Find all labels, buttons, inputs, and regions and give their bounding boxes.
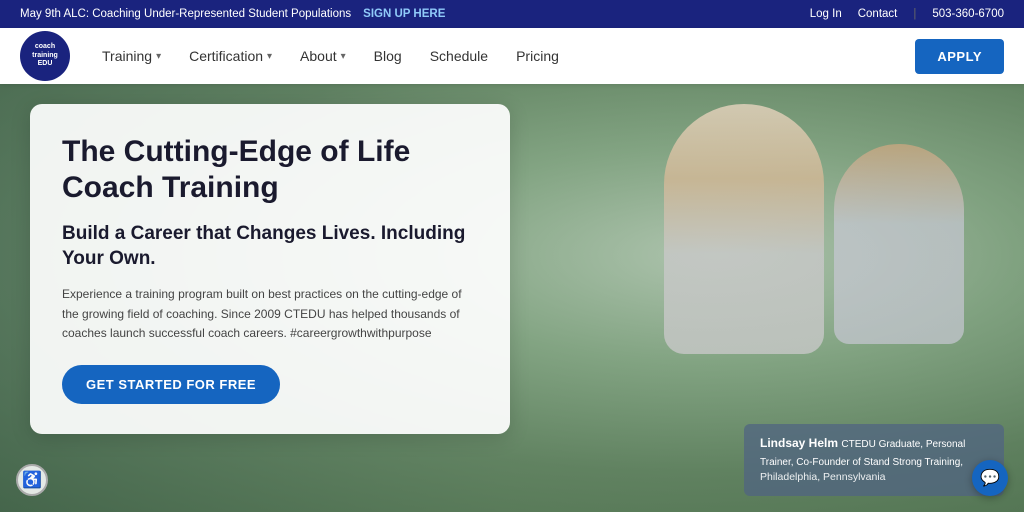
training-chevron-icon: ▾ xyxy=(156,51,161,62)
login-link[interactable]: Log In xyxy=(810,8,842,20)
top-bar-right: Log In Contact | 503-360-6700 xyxy=(810,8,1004,20)
nav-certification[interactable]: Certification ▾ xyxy=(177,28,284,84)
hero-figure-man xyxy=(834,144,964,344)
logo-text: coach training EDU xyxy=(32,43,58,68)
about-chevron-icon: ▾ xyxy=(341,51,346,62)
signup-link[interactable]: SIGN UP HERE xyxy=(363,8,445,20)
chat-icon: 💬 xyxy=(980,468,1000,488)
contact-link[interactable]: Contact xyxy=(858,8,898,20)
hero-description: Experience a training program built on b… xyxy=(62,285,478,343)
chat-button[interactable]: 💬 xyxy=(972,460,1008,496)
nav-training[interactable]: Training ▾ xyxy=(90,28,173,84)
cta-button[interactable]: GET STARTED FOR FREE xyxy=(62,365,280,404)
phone-number: 503-360-6700 xyxy=(932,8,1004,20)
navbar: coach training EDU Training ▾ Certificat… xyxy=(0,28,1024,84)
nav-links: Training ▾ Certification ▾ About ▾ Blog … xyxy=(90,28,915,84)
caption-location: Philadelphia, Pennsylvania xyxy=(760,470,988,486)
nav-pricing[interactable]: Pricing xyxy=(504,28,571,84)
hero-subtitle: Build a Career that Changes Lives. Inclu… xyxy=(62,222,478,271)
apply-button[interactable]: APPLY xyxy=(915,39,1004,74)
accessibility-icon: ♿ xyxy=(22,470,42,490)
nav-schedule[interactable]: Schedule xyxy=(418,28,500,84)
hero-card: The Cutting-Edge of Life Coach Training … xyxy=(30,104,510,434)
accessibility-button[interactable]: ♿ xyxy=(16,464,48,496)
top-bar-left: May 9th ALC: Coaching Under-Represented … xyxy=(20,8,445,20)
certification-chevron-icon: ▾ xyxy=(267,51,272,62)
nav-about[interactable]: About ▾ xyxy=(288,28,358,84)
hero-figure-woman xyxy=(664,104,824,354)
hero-title: The Cutting-Edge of Life Coach Training xyxy=(62,134,478,206)
caption-name: Lindsay Helm CTEDU Graduate, Personal Tr… xyxy=(760,434,988,470)
logo[interactable]: coach training EDU xyxy=(20,31,70,81)
nav-blog[interactable]: Blog xyxy=(362,28,414,84)
hero-caption: Lindsay Helm CTEDU Graduate, Personal Tr… xyxy=(744,424,1004,496)
divider: | xyxy=(913,8,916,20)
hero-section: The Cutting-Edge of Life Coach Training … xyxy=(0,84,1024,512)
announcement-text: May 9th ALC: Coaching Under-Represented … xyxy=(20,8,351,20)
top-bar: May 9th ALC: Coaching Under-Represented … xyxy=(0,0,1024,28)
